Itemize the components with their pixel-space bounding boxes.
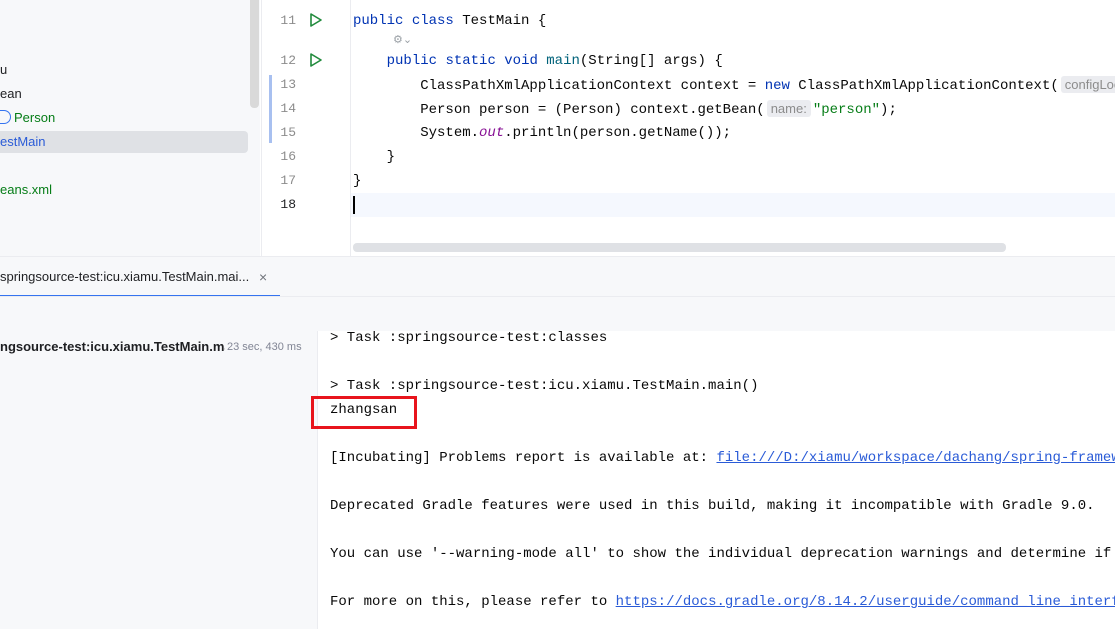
run-results-tree: ngsource-test:icu.xiamu.TestMain.ma 23 s… (0, 331, 318, 629)
run-toolbar (0, 296, 1115, 332)
console-text: [Incubating] Problems report is availabl… (330, 450, 717, 466)
console-line: You can use '--warning-mode all' to show… (330, 546, 1115, 562)
parameter-hint: configLocation (1060, 76, 1115, 93)
code-text: ClassPathXmlApplicationContext( (789, 78, 1059, 94)
tree-item-label: u (0, 62, 8, 77)
gutter-divider (350, 0, 351, 256)
current-line-highlight (262, 193, 1115, 217)
tree-item-label: estMain (0, 134, 46, 149)
code-line-11: public class TestMain { (353, 9, 546, 33)
code-text: System. (420, 125, 480, 141)
tree-item-beans-xml[interactable]: eans.xml (0, 179, 52, 201)
code-line-14: Person person = (Person) context.getBean… (353, 97, 897, 121)
console-output[interactable]: > Task :springsource-test:classes > Task… (318, 331, 1115, 629)
keyword: public (386, 53, 438, 69)
gradle-docs-link[interactable]: https://docs.gradle.org/8.14.2/userguide… (616, 594, 1115, 610)
code-text: ); (880, 102, 897, 118)
tree-item-label: eans.xml (0, 182, 53, 197)
tree-item-package[interactable]: u (0, 59, 7, 81)
close-icon[interactable]: × (259, 257, 267, 297)
code-text: } (386, 149, 396, 165)
line-number: 18 (280, 197, 296, 212)
code-text: } (353, 173, 362, 189)
run-tab-label: springsource-test:icu.xiamu.TestMain.mai… (0, 269, 250, 284)
string-literal: "person" (812, 102, 881, 118)
keyword: public (353, 13, 404, 29)
line-number: 10 (262, 0, 296, 9)
code-text: ClassPathXmlApplicationContext context = (420, 78, 765, 94)
vcs-change-marker[interactable] (269, 75, 272, 143)
console-line: [Incubating] Problems report is availabl… (330, 448, 1115, 468)
code-text: Person person = (Person) context.getBean… (420, 102, 765, 118)
project-tree-scrollbar[interactable] (250, 0, 259, 108)
code-line-17: } (353, 169, 361, 193)
code-line-16: } (353, 145, 395, 169)
keyword: new (764, 78, 790, 94)
editor-horizontal-scrollbar[interactable] (353, 243, 1006, 252)
run-tab-bar: springsource-test:icu.xiamu.TestMain.mai… (0, 256, 1115, 297)
console-line: > Task :springsource-test:classes (330, 331, 608, 346)
tree-item-testmain[interactable]: estMain (0, 131, 248, 153)
console-line: Deprecated Gradle features were used in … (330, 498, 1095, 514)
run-duration: 23 sec, 430 ms (227, 341, 302, 353)
line-number: 12 (280, 53, 296, 68)
run-main-class-icon[interactable] (309, 13, 323, 27)
line-number: 16 (280, 149, 296, 164)
parameter-hint: name: (766, 100, 811, 117)
code-line-12: public static void main(String[] args) { (353, 49, 723, 73)
problems-report-link[interactable]: file:///D:/xiamu/workspace/dachang/sprin… (716, 450, 1115, 466)
project-tree-panel: u ean Person estMain eans.xml (0, 0, 260, 256)
method-name: main (546, 53, 580, 69)
keyword: class (411, 13, 454, 29)
code-text: .println(person.getName()); (504, 125, 732, 141)
code-line-10: */ (353, 0, 370, 9)
console-text: For more on this, please refer to (330, 594, 616, 610)
tree-item-label: ean (0, 86, 22, 101)
class-icon (0, 110, 11, 124)
line-number: 15 (280, 125, 296, 140)
code-line-15: System.out.println(person.getName()); (353, 121, 731, 145)
spring-bean-icon[interactable]: ⚙⌄ (393, 33, 412, 46)
static-field: out (479, 125, 505, 141)
run-tab[interactable]: springsource-test:icu.xiamu.TestMain.mai… (0, 257, 280, 297)
tree-item-bean-package[interactable]: ean (0, 83, 22, 105)
console-line: For more on this, please refer to https:… (330, 592, 1115, 612)
run-tree-item[interactable]: ngsource-test:icu.xiamu.TestMain.ma (0, 339, 225, 354)
text-caret (353, 196, 355, 214)
code-editor[interactable]: 10 11 12 13 14 15 16 17 18 */ public cla… (261, 0, 1115, 256)
line-number: 14 (280, 101, 296, 116)
line-number: 17 (280, 173, 296, 188)
keyword: static (445, 53, 496, 69)
line-number: 13 (280, 77, 296, 92)
code-text: (String[] args) { (579, 53, 723, 69)
editor-gutter: 10 11 12 13 14 15 16 17 18 (262, 0, 350, 256)
console-line: > Task :springsource-test:icu.xiamu.Test… (330, 378, 759, 394)
tree-item-person[interactable]: Person (0, 107, 55, 129)
annotation-highlight-box (311, 396, 417, 429)
tree-item-label: Person (14, 110, 56, 125)
keyword: void (504, 53, 538, 69)
run-main-method-icon[interactable] (309, 53, 323, 67)
code-line-13: ClassPathXmlApplicationContext context =… (353, 73, 1115, 97)
class-name: TestMain { (453, 13, 547, 29)
line-number: 11 (280, 13, 296, 28)
